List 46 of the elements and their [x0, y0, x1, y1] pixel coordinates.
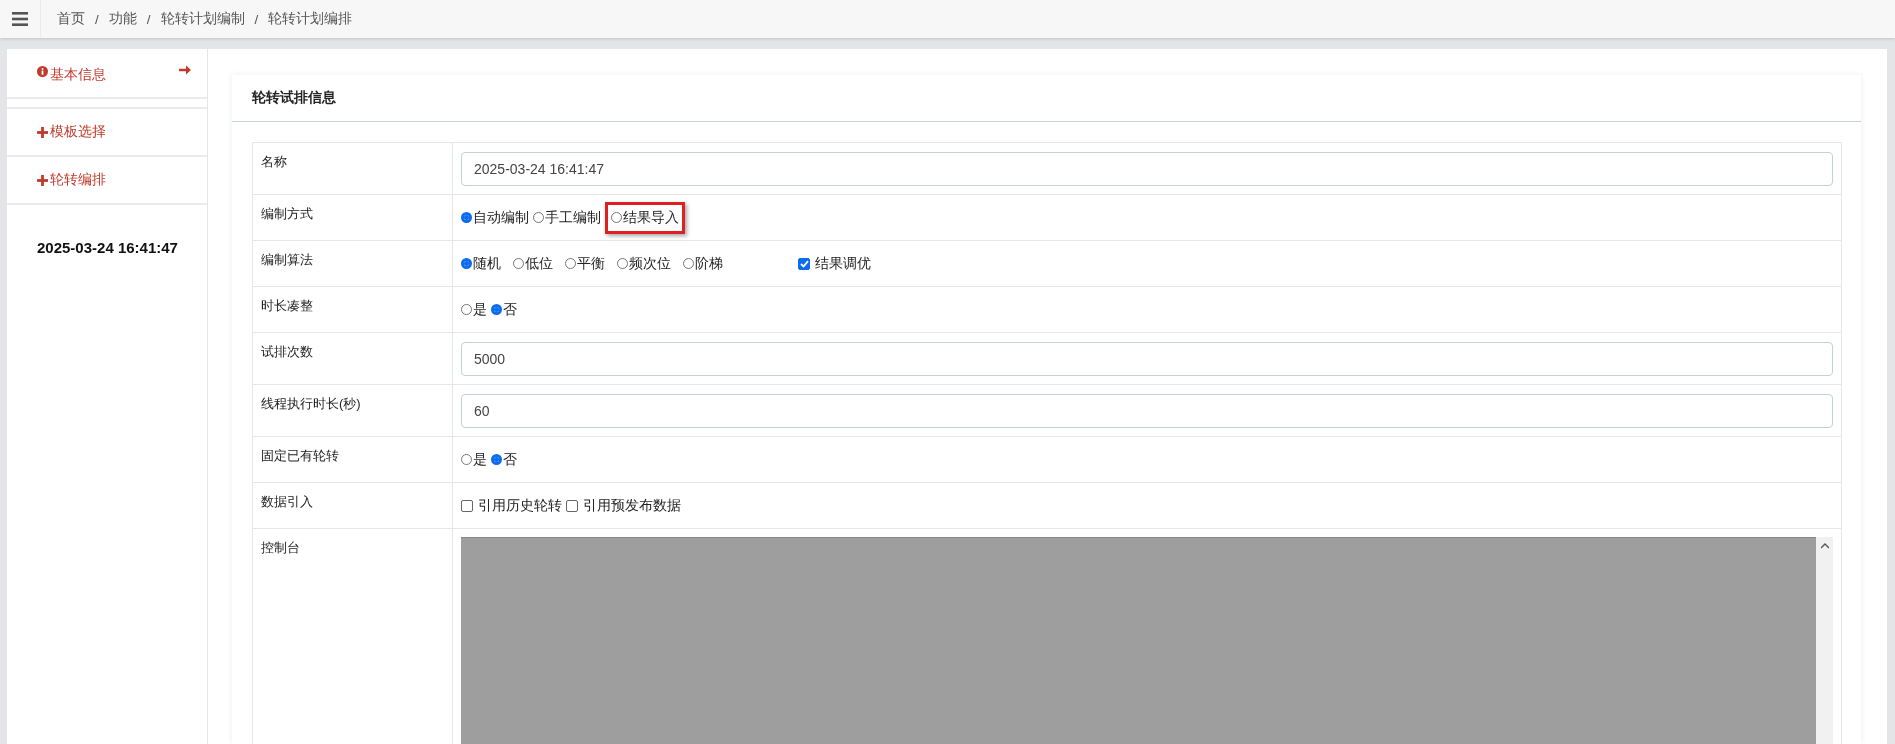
plan-timestamp: 2025-03-24 16:41:47	[36, 238, 179, 256]
field-label: 编制方式	[261, 206, 313, 221]
breadcrumb-link[interactable]: 功能	[108, 10, 137, 28]
plus-icon	[37, 126, 48, 138]
radio-option[interactable]: 平衡	[565, 252, 605, 275]
checkbox-option[interactable]: 引用预发布数据	[566, 496, 681, 515]
radio-option[interactable]: 结果导入	[611, 206, 679, 229]
breadcrumb-link[interactable]: 轮转计划编排	[268, 10, 353, 28]
menu-icon[interactable]	[12, 12, 28, 26]
radio-option[interactable]: 是	[461, 298, 487, 321]
field-label: 数据引入	[261, 494, 313, 509]
check-icon	[799, 259, 809, 268]
info-icon	[37, 66, 48, 77]
checkbox-option[interactable]: 引用历史轮转	[461, 496, 562, 515]
field-label: 名称	[261, 154, 287, 169]
breadcrumb-separator: /	[254, 11, 259, 27]
field-label: 试排次数	[261, 344, 313, 359]
field-label: 编制算法	[261, 252, 313, 267]
checkbox-option[interactable]: 结果调优	[798, 254, 871, 273]
breadcrumb-link[interactable]: 首页	[57, 10, 85, 28]
radio-option[interactable]: 低位	[513, 252, 553, 275]
radio-option[interactable]: 否	[491, 448, 517, 471]
scroll-up-icon[interactable]	[1820, 543, 1829, 549]
sidebar-item[interactable]: 基本信息	[7, 49, 207, 99]
radio-option[interactable]: 阶梯	[683, 252, 723, 275]
field-label: 固定已有轮转	[261, 448, 339, 463]
sidebar-item[interactable]: 轮转编排	[7, 157, 207, 205]
plus-icon	[37, 174, 48, 186]
arrow-right-icon	[179, 64, 191, 76]
text-input[interactable]: 5000	[461, 341, 1833, 376]
radio-option[interactable]: 自动编制	[461, 206, 529, 229]
radio-option[interactable]: 否	[491, 298, 517, 321]
field-label: 时长凑整	[261, 298, 313, 313]
radio-option[interactable]: 是	[461, 448, 487, 471]
radio-option[interactable]: 频次位	[617, 252, 671, 275]
radio-option[interactable]: 手工编制	[533, 206, 601, 229]
radio-option[interactable]: 随机	[461, 252, 501, 275]
field-label: 控制台	[261, 540, 300, 555]
field-label: 线程执行时长(秒)	[261, 396, 361, 411]
breadcrumb-separator: /	[95, 11, 99, 27]
breadcrumb-link[interactable]: 轮转计划编制	[160, 10, 245, 28]
breadcrumb-separator: /	[146, 11, 151, 27]
text-input[interactable]: 2025-03-24 16:41:47	[461, 151, 1833, 186]
sidebar-item[interactable]: 模板选择	[7, 109, 207, 157]
text-input[interactable]: 60	[461, 393, 1833, 428]
card-title: 轮转试排信息	[252, 89, 336, 107]
